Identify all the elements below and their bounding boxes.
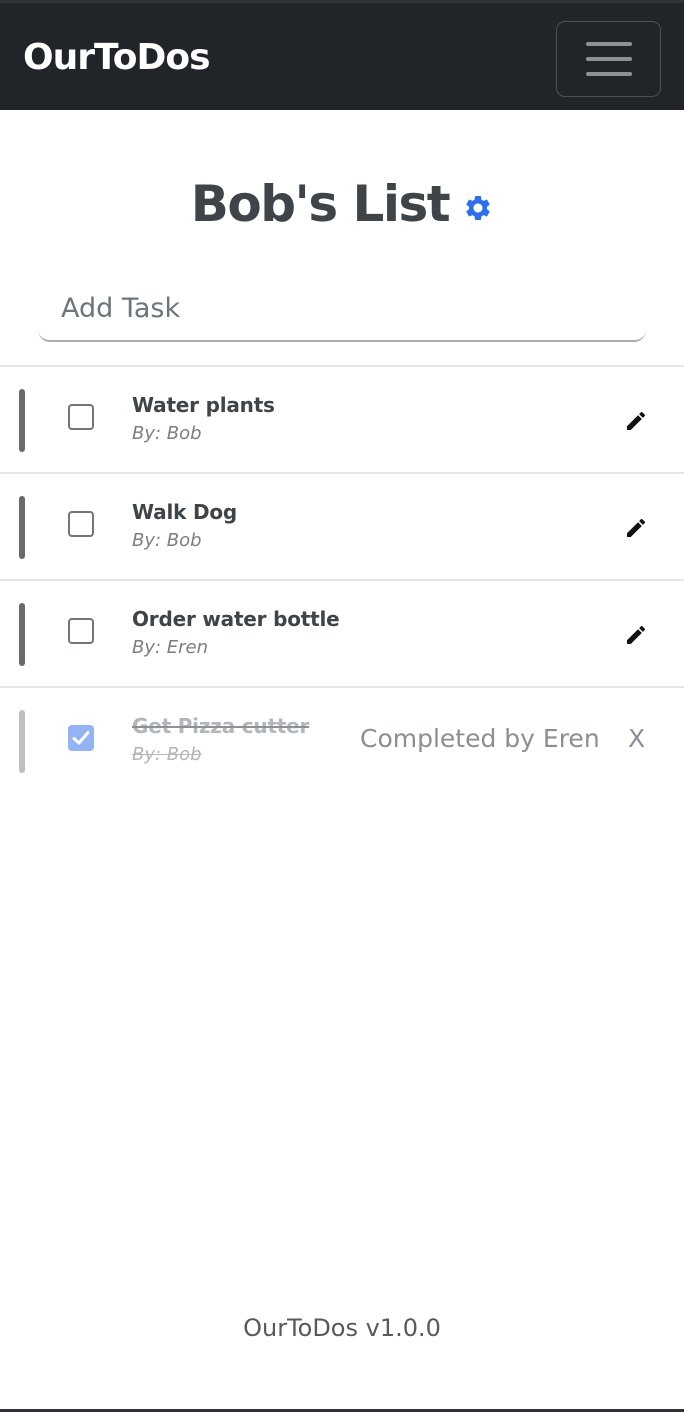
add-task-input[interactable] (38, 276, 646, 342)
completed-by-text: Completed by Eren (360, 724, 600, 753)
task-author: By: Bob (132, 530, 202, 551)
task-list: Water plants By: Bob Walk Dog By: Bob Or… (0, 365, 684, 793)
task-checkbox[interactable] (68, 618, 94, 644)
checkmark-icon (72, 731, 90, 745)
drag-handle[interactable] (19, 710, 25, 773)
pencil-icon[interactable] (624, 516, 648, 540)
task-title: Walk Dog (132, 500, 238, 524)
app-page: OurToDos Bob's List Water plants By: Bob (0, 0, 684, 1412)
task-row-completed: Get Pizza cutter By: Bob Completed by Er… (0, 686, 684, 793)
menu-toggle-button[interactable] (556, 21, 661, 97)
drag-handle[interactable] (19, 603, 25, 666)
task-author: By: Eren (132, 637, 209, 658)
task-author: By: Bob (132, 744, 202, 765)
task-row: Water plants By: Bob (0, 365, 684, 472)
footer-version: OurToDos v1.0.0 (243, 1314, 441, 1342)
navbar: OurToDos (0, 0, 684, 110)
brand-logo[interactable]: OurToDos (23, 36, 211, 80)
drag-handle[interactable] (19, 389, 25, 452)
task-title: Water plants (132, 393, 275, 417)
pencil-icon[interactable] (624, 409, 648, 433)
task-row: Walk Dog By: Bob (0, 472, 684, 579)
task-author: By: Bob (132, 423, 202, 444)
gear-icon[interactable] (463, 193, 493, 223)
task-row: Order water bottle By: Eren (0, 579, 684, 686)
list-header: Bob's List (0, 172, 684, 236)
task-title: Order water bottle (132, 607, 340, 631)
task-checkbox-checked[interactable] (68, 725, 94, 751)
task-checkbox[interactable] (68, 404, 94, 430)
drag-handle[interactable] (19, 496, 25, 559)
pencil-icon[interactable] (624, 623, 648, 647)
page-title: Bob's List (190, 175, 451, 233)
task-title: Get Pizza cutter (132, 714, 310, 738)
delete-task-button[interactable]: X (628, 724, 645, 754)
task-checkbox[interactable] (68, 511, 94, 537)
